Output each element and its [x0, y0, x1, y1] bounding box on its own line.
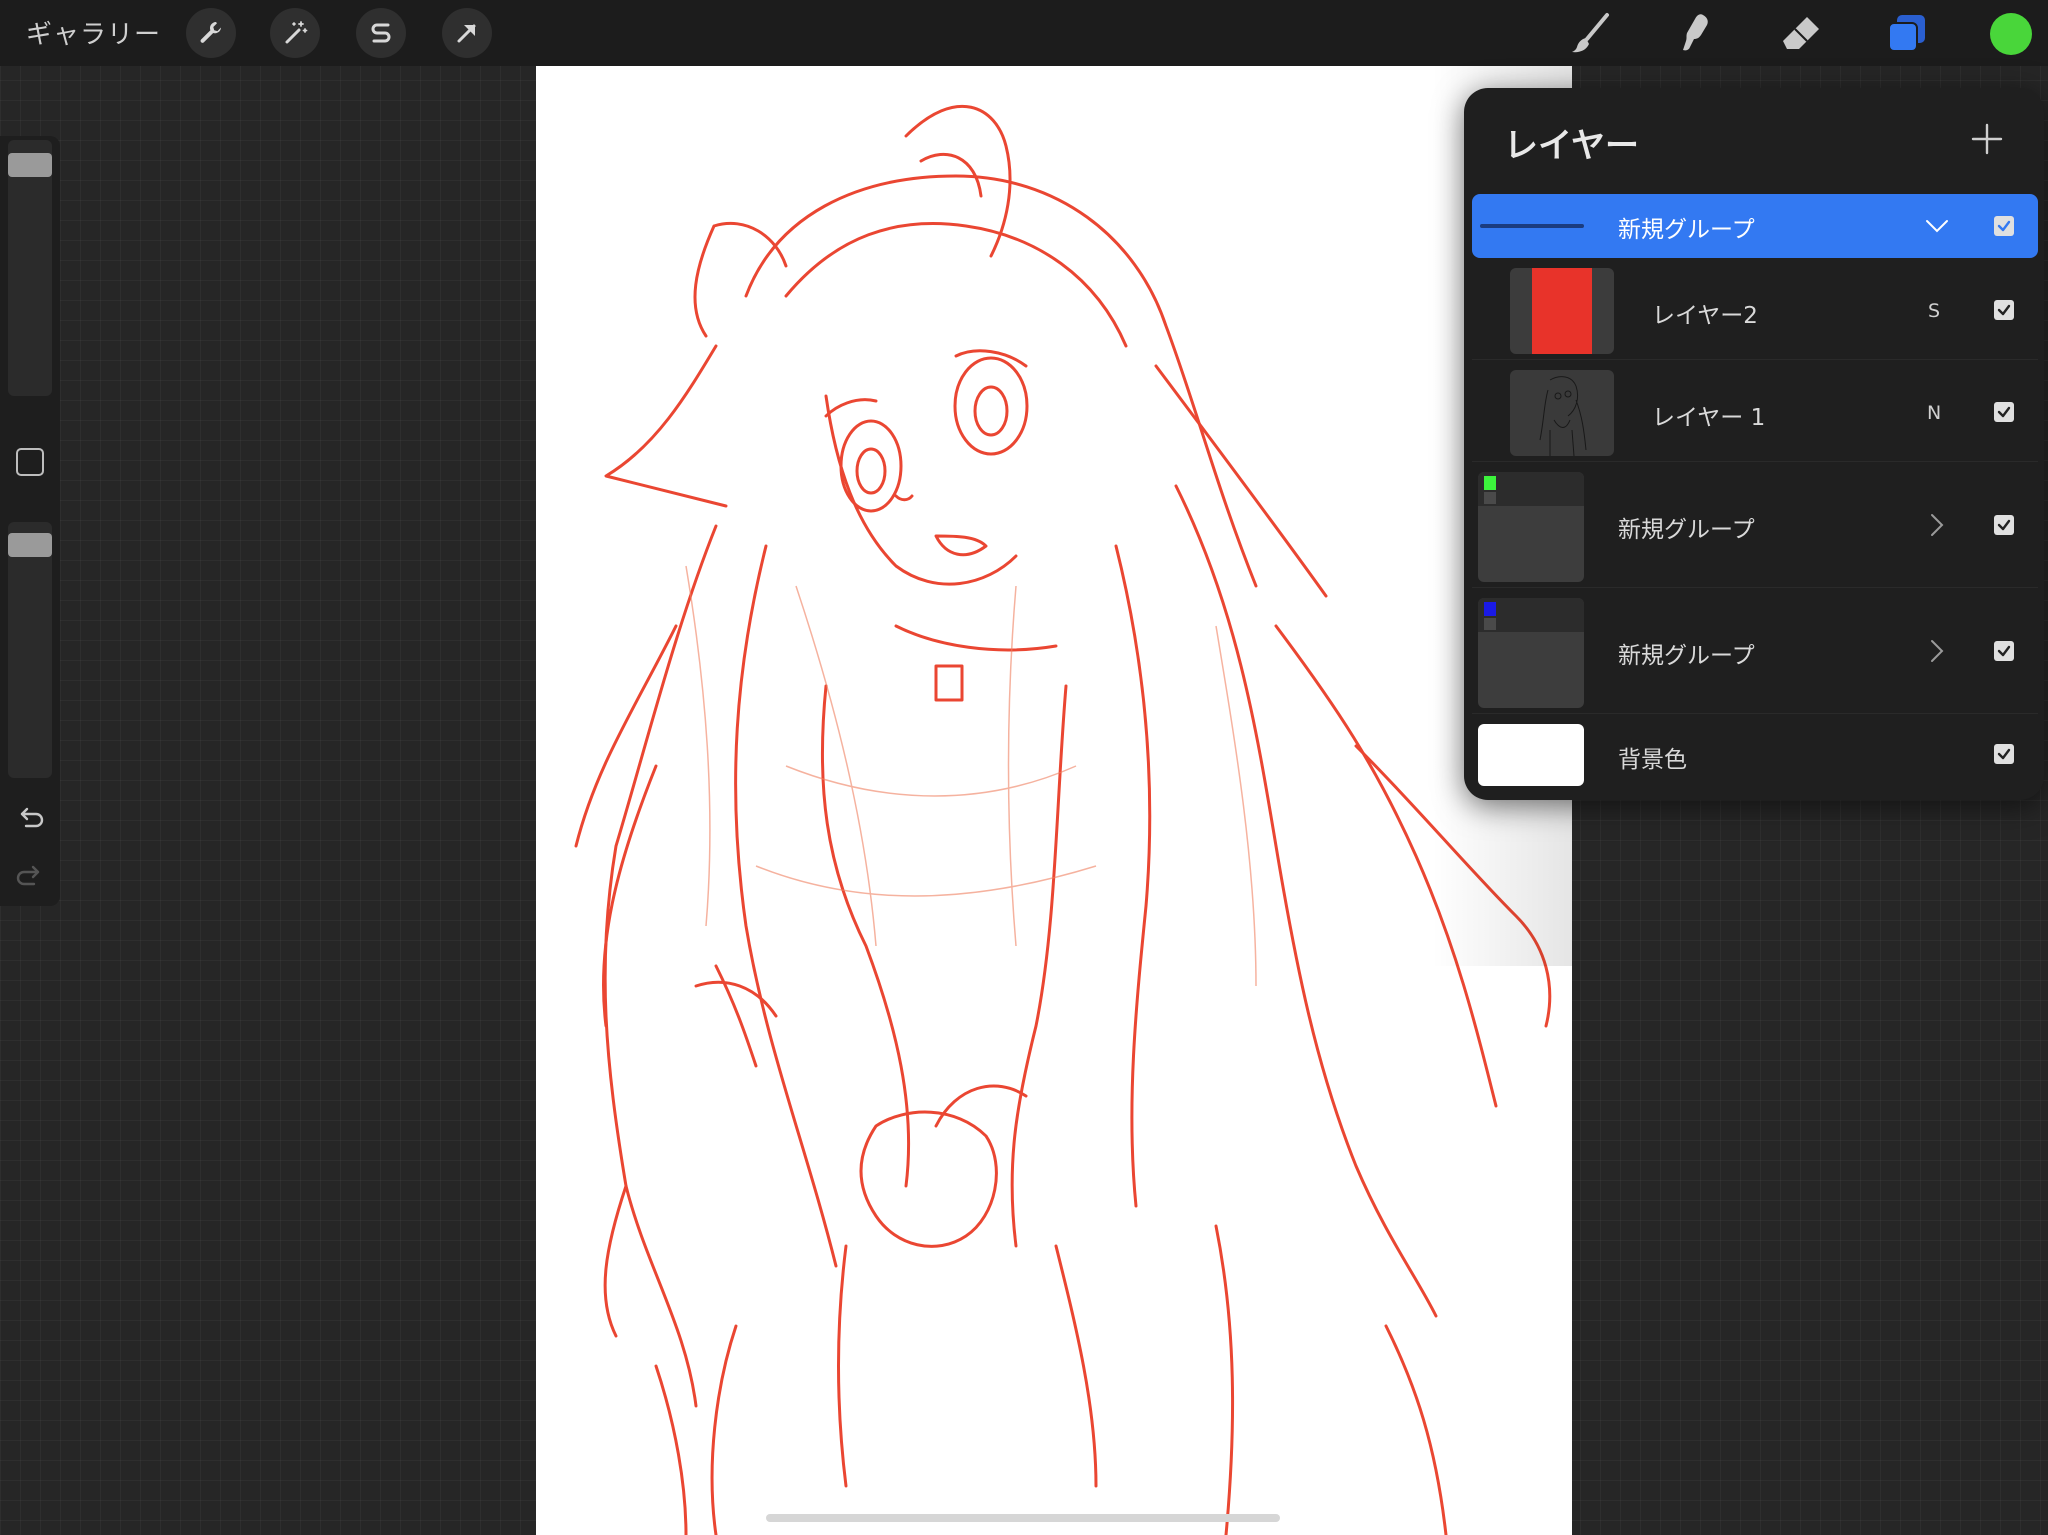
- layer-name: 背景色: [1618, 747, 1687, 773]
- chevron-down-icon[interactable]: [1924, 213, 1950, 239]
- layer-name: 新規グループ: [1618, 217, 1755, 243]
- visibility-checkbox[interactable]: [1994, 515, 2014, 535]
- layer-group-row[interactable]: 新規グループ: [1472, 194, 2038, 258]
- selection-s-icon: [371, 23, 391, 43]
- layers-button[interactable]: [1884, 10, 1930, 56]
- thumb-fill: [1532, 268, 1592, 354]
- visibility-checkbox[interactable]: [1994, 402, 2014, 422]
- layer-group-row[interactable]: 新規グループ: [1472, 590, 2038, 714]
- layer-row[interactable]: レイヤー 1 N: [1472, 362, 2038, 462]
- magic-wand-icon: [285, 21, 308, 44]
- layers-icon: [1888, 15, 1925, 52]
- visibility-checkbox[interactable]: [1994, 744, 2014, 764]
- visibility-checkbox[interactable]: [1994, 300, 2014, 320]
- opacity-thumb[interactable]: [8, 533, 52, 557]
- add-layer-icon[interactable]: [1970, 122, 2004, 156]
- top-toolbar: ギャラリー: [0, 0, 2048, 66]
- visibility-checkbox[interactable]: [1994, 641, 2014, 661]
- eraser-icon: [1783, 17, 1819, 49]
- brush-size-thumb[interactable]: [8, 153, 52, 177]
- selection-button[interactable]: [356, 8, 406, 58]
- opacity-slider[interactable]: [8, 522, 52, 778]
- transform-button[interactable]: [442, 8, 492, 58]
- mini-thumb-gray: [1484, 618, 1496, 630]
- layer-name: 新規グループ: [1618, 643, 1755, 669]
- wrench-icon: [200, 21, 221, 43]
- background-thumbnail: [1478, 724, 1584, 786]
- checkmark-icon: [1997, 220, 2011, 232]
- blend-mode-button[interactable]: N: [1927, 402, 1941, 424]
- collapsed-thumb-line: [1480, 224, 1584, 228]
- group-thumbnail: [1478, 598, 1584, 708]
- checkmark-icon: [1997, 304, 2011, 316]
- layer-name: レイヤー2: [1652, 303, 1758, 329]
- smudge-icon: [1683, 14, 1708, 51]
- layer-thumbnail: [1510, 370, 1614, 456]
- chevron-right-icon[interactable]: [1924, 638, 1950, 664]
- blend-mode-button[interactable]: S: [1928, 300, 1940, 322]
- group-thumbnail: [1478, 472, 1584, 582]
- modify-button[interactable]: [16, 448, 44, 476]
- background-color-row[interactable]: 背景色: [1472, 716, 2038, 792]
- brush-tool-button[interactable]: [1568, 10, 1614, 56]
- chevron-right-icon[interactable]: [1924, 512, 1950, 538]
- smudge-tool-button[interactable]: [1672, 10, 1718, 56]
- move-arrow-icon: [457, 24, 476, 43]
- redo-icon[interactable]: [14, 858, 46, 890]
- actions-button[interactable]: [186, 8, 236, 58]
- layers-panel: レイヤー 新規グループ レイヤー2 S レイヤー 1 N 新規グループ 新規グル…: [1464, 88, 2044, 800]
- sketch-thumbnail: [1539, 376, 1587, 456]
- layers-panel-title: レイヤー: [1504, 126, 1639, 166]
- layer-name: レイヤー 1: [1652, 405, 1766, 431]
- adjustments-button[interactable]: [270, 8, 320, 58]
- checkmark-icon: [1997, 406, 2011, 418]
- checkmark-icon: [1997, 645, 2011, 657]
- mini-thumb-color: [1484, 476, 1496, 490]
- drawing-canvas[interactable]: [536, 66, 1572, 1535]
- undo-icon[interactable]: [14, 800, 46, 832]
- layer-thumbnail: [1510, 268, 1614, 354]
- visibility-checkbox[interactable]: [1994, 216, 2014, 236]
- eraser-tool-button[interactable]: [1778, 10, 1824, 56]
- layer-row[interactable]: レイヤー2 S: [1472, 260, 2038, 360]
- brush-size-slider[interactable]: [8, 140, 52, 396]
- mini-thumb-gray: [1484, 492, 1496, 504]
- layer-name: 新規グループ: [1618, 517, 1755, 543]
- checkmark-icon: [1997, 748, 2011, 760]
- checkmark-icon: [1997, 519, 2011, 531]
- brush-icon: [1572, 13, 1609, 53]
- layer-group-row[interactable]: 新規グループ: [1472, 464, 2038, 588]
- gallery-button[interactable]: ギャラリー: [26, 14, 161, 51]
- character-sketch: [574, 105, 1552, 1535]
- left-sidebar: [0, 136, 60, 906]
- color-picker-button[interactable]: [1990, 13, 2032, 55]
- home-indicator: [766, 1514, 1280, 1522]
- mini-thumb-color: [1484, 602, 1496, 616]
